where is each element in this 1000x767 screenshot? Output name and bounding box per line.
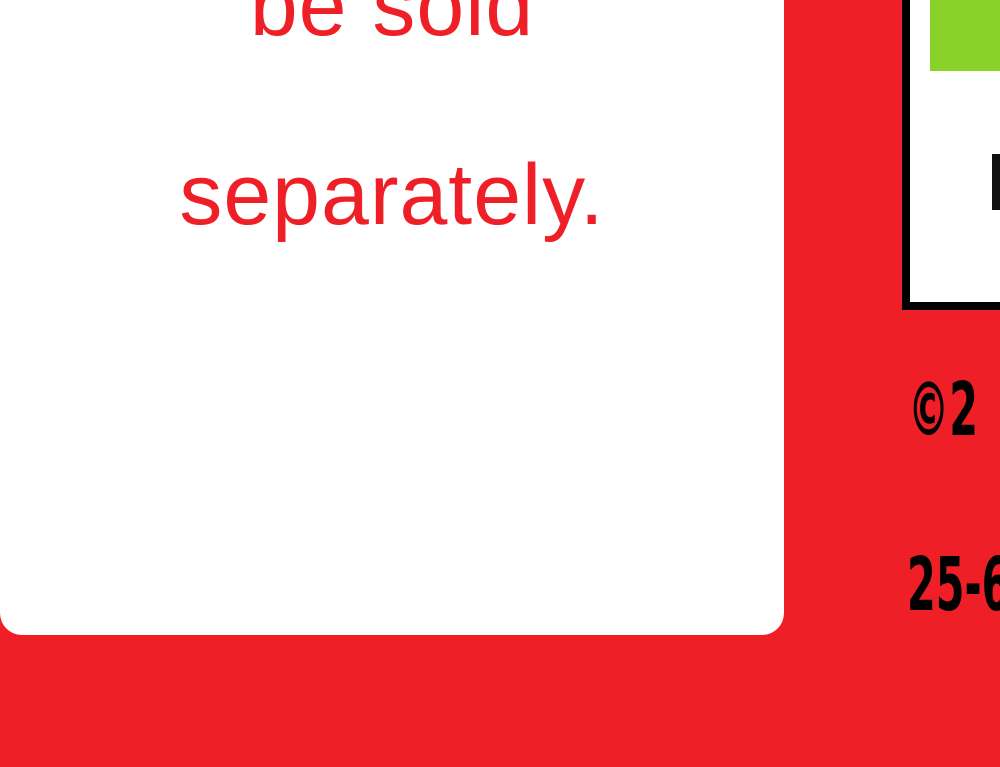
green-accent-bar	[930, 0, 1000, 71]
notice-line-1: be sold	[249, 0, 535, 54]
notice-card: be sold separately.	[0, 0, 784, 635]
partial-glyph-mark	[992, 154, 1000, 210]
copyright-text: ©2	[908, 367, 979, 453]
product-code-text: 25-6	[907, 542, 1000, 628]
notice-line-2: separately.	[179, 147, 605, 243]
